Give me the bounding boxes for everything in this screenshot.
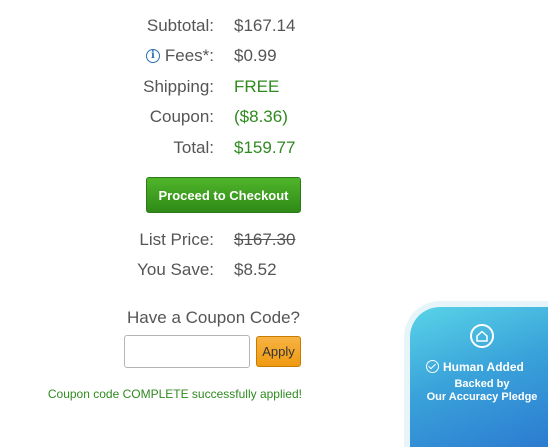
apply-coupon-button[interactable]: Apply <box>256 336 301 367</box>
you-save-label: You Save: <box>137 260 214 279</box>
fees-value: $0.99 <box>234 46 277 65</box>
fees-label-wrap: i Fees*: <box>145 41 214 71</box>
coupon-code-input[interactable] <box>124 335 250 368</box>
info-icon[interactable]: i <box>145 49 160 63</box>
badge-subtitle-line2: Our Accuracy Pledge <box>426 391 538 403</box>
subtotal-value: $167.14 <box>234 16 296 35</box>
house-icon <box>470 324 494 348</box>
you-save-row: You Save: $8.52 <box>0 255 548 285</box>
proceed-to-checkout-button[interactable]: Proceed to Checkout <box>146 177 301 213</box>
fees-label: Fees*: <box>164 46 214 65</box>
subtotal-label: Subtotal: <box>146 16 214 35</box>
badge-subtitle-line1: Backed by <box>454 378 510 390</box>
list-price-value: $167.30 <box>234 230 296 249</box>
badge-title-text: Human Added <box>443 360 524 374</box>
you-save-value: $8.52 <box>234 260 277 279</box>
list-price-row: List Price: $167.30 <box>0 225 548 255</box>
total-label: Total: <box>173 138 214 157</box>
coupon-success-message: Coupon code COMPLETE successfully applie… <box>47 387 302 401</box>
coupon-label: Coupon: <box>149 107 214 126</box>
list-price-label: List Price: <box>139 230 214 249</box>
total-row: Total: $159.77 <box>0 133 548 163</box>
subtotal-row: Subtotal: $167.14 <box>0 11 548 41</box>
coupon-value: ($8.36) <box>234 107 288 126</box>
shipping-value: FREE <box>234 77 280 96</box>
badge-title: Human Added <box>426 359 524 375</box>
coupon-row: Coupon: ($8.36) <box>0 102 548 132</box>
shipping-row: Shipping: FREE <box>0 72 548 102</box>
coupon-code-heading: Have a Coupon Code? <box>127 308 300 327</box>
total-value: $159.77 <box>234 138 296 157</box>
fees-row: i Fees*: $0.99 <box>0 41 548 71</box>
shipping-label: Shipping: <box>143 77 214 96</box>
human-added-badge[interactable]: Human Added Backed by Our Accuracy Pledg… <box>410 307 548 447</box>
check-circle-icon <box>426 360 439 373</box>
